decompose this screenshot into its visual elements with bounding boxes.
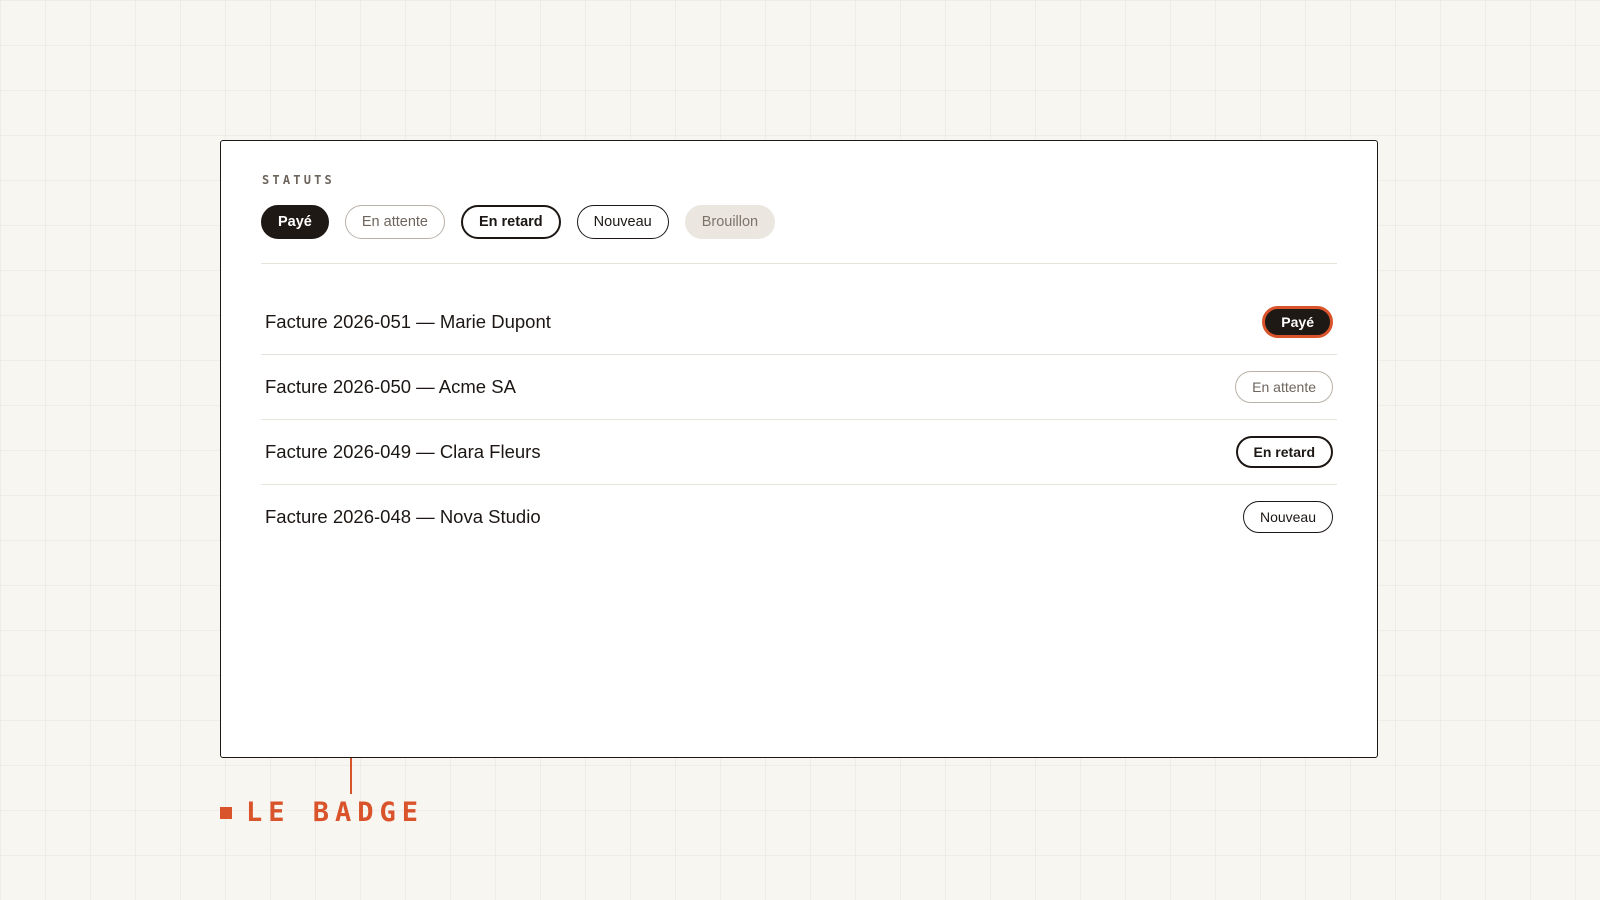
invoice-status-badge-en-attente[interactable]: En attente bbox=[1235, 371, 1333, 403]
invoice-title: Facture 2026-049 — Clara Fleurs bbox=[265, 441, 541, 462]
invoice-row[interactable]: Facture 2026-050 — Acme SA En attente bbox=[261, 355, 1337, 420]
badge-brouillon[interactable]: Brouillon bbox=[684, 205, 776, 239]
status-badge-card: STATUTS Payé En attente En retard Nouvea… bbox=[220, 140, 1378, 758]
square-bullet-icon bbox=[220, 806, 232, 819]
invoice-title: Facture 2026-050 — Acme SA bbox=[265, 376, 516, 397]
badge-en-attente[interactable]: En attente bbox=[344, 205, 445, 239]
status-badge-row: Payé En attente En retard Nouveau Brouil… bbox=[261, 205, 1337, 264]
badge-nouveau[interactable]: Nouveau bbox=[576, 205, 669, 239]
invoice-title: Facture 2026-051 — Marie Dupont bbox=[265, 311, 551, 332]
caption-connector-line bbox=[350, 758, 352, 794]
section-label: STATUTS bbox=[262, 173, 335, 187]
invoice-status-badge-nouveau[interactable]: Nouveau bbox=[1242, 501, 1333, 533]
caption: LE BADGE bbox=[220, 797, 424, 828]
invoice-title: Facture 2026-048 — Nova Studio bbox=[265, 506, 541, 527]
invoice-status-badge-paye[interactable]: Payé bbox=[1262, 306, 1333, 338]
invoice-status-badge-en-retard[interactable]: En retard bbox=[1235, 436, 1333, 468]
invoice-row[interactable]: Facture 2026-051 — Marie Dupont Payé bbox=[261, 290, 1337, 355]
badge-en-retard[interactable]: En retard bbox=[460, 205, 561, 239]
badge-paye[interactable]: Payé bbox=[261, 205, 329, 239]
invoice-row[interactable]: Facture 2026-048 — Nova Studio Nouveau bbox=[261, 485, 1337, 549]
invoice-row[interactable]: Facture 2026-049 — Clara Fleurs En retar… bbox=[261, 420, 1337, 485]
invoice-list: Facture 2026-051 — Marie Dupont Payé Fac… bbox=[261, 290, 1337, 549]
caption-title: LE BADGE bbox=[246, 797, 425, 828]
